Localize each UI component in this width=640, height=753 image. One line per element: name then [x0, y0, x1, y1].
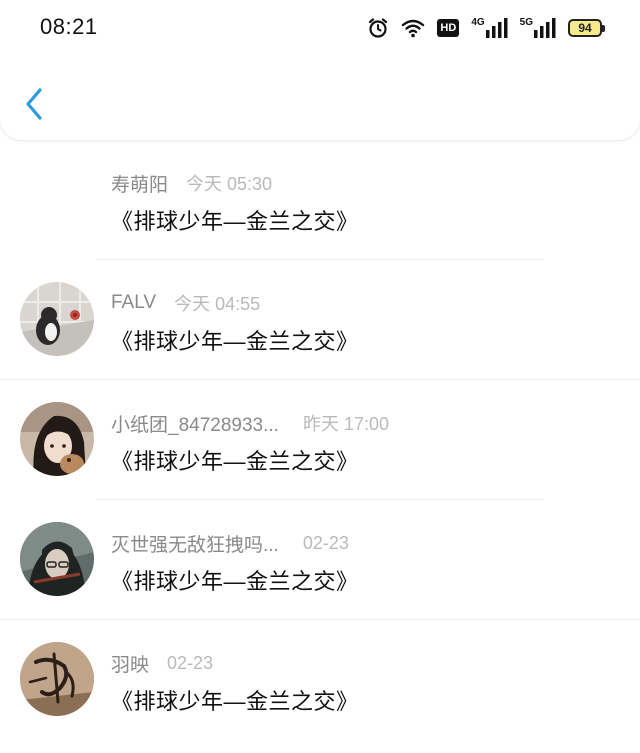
hd-icon: HD [437, 19, 460, 37]
comment-list: 寿萌阳 今天 05:30 《排球少年—金兰之交》 FALV 今天 04:55 《… [0, 140, 640, 740]
comment-meta: 灭世强无敌狂拽吗... 02-23 [111, 530, 349, 556]
comment-time: 02-23 [302, 532, 349, 553]
comment-time: 昨天 17:00 [302, 414, 389, 434]
comment-meta: FALV 今天 04:55 [111, 290, 260, 316]
commenter-name[interactable]: 羽映 [111, 650, 149, 677]
comment-meta: 羽映 02-23 [111, 650, 213, 676]
avatar[interactable] [20, 642, 94, 716]
commenter-name[interactable]: 灭世强无敌狂拽吗... [111, 530, 279, 557]
comment-time: 今天 04:55 [174, 294, 261, 314]
status-bar: 08:21 HD 4G 5G 94 [0, 0, 640, 56]
status-icons: HD 4G 5G 94 [367, 14, 605, 42]
comment-time: 今天 05:30 [186, 174, 273, 194]
comment-meta: 寿萌阳 今天 05:30 [111, 170, 272, 196]
back-button[interactable] [20, 84, 50, 124]
comment-message: 《排球少年—金兰之交》 [111, 209, 359, 234]
commenter-name[interactable]: 小纸团_84728933... [111, 410, 279, 437]
avatar[interactable] [20, 402, 94, 476]
comment-message: 《排球少年—金兰之交》 [111, 449, 359, 474]
status-time: 08:21 [40, 14, 98, 39]
comment-time: 02-23 [167, 652, 214, 673]
commenter-name[interactable]: 寿萌阳 [111, 170, 168, 197]
comment-message: 《排球少年—金兰之交》 [111, 569, 359, 594]
avatar[interactable] [20, 282, 94, 356]
comment-item[interactable]: 小纸团_84728933... 昨天 17:00 《排球少年—金兰之交》 [0, 380, 640, 500]
avatar[interactable] [20, 522, 94, 596]
signal-5g-icon: 5G [520, 18, 556, 38]
battery-level: 94 [578, 21, 592, 35]
chevron-left-icon [26, 88, 42, 120]
comment-item[interactable]: 灭世强无敌狂拽吗... 02-23 《排球少年—金兰之交》 [0, 500, 640, 620]
comment-item[interactable]: 寿萌阳 今天 05:30 《排球少年—金兰之交》 [0, 140, 640, 260]
comment-item[interactable]: 羽映 02-23 《排球少年—金兰之交》 [0, 620, 640, 740]
comment-message: 《排球少年—金兰之交》 [111, 329, 359, 354]
comment-item[interactable]: FALV 今天 04:55 《排球少年—金兰之交》 [0, 260, 640, 380]
comment-meta: 小纸团_84728933... 昨天 17:00 [111, 410, 389, 436]
header: 08:21 HD 4G 5G 94 [0, 0, 640, 140]
signal-4g-icon: 4G [471, 18, 508, 38]
commenter-name[interactable]: FALV [111, 292, 156, 314]
comment-message: 《排球少年—金兰之交》 [111, 689, 359, 714]
wifi-icon [401, 18, 425, 38]
battery-icon: 94 [568, 19, 605, 37]
alarm-icon [367, 17, 389, 39]
